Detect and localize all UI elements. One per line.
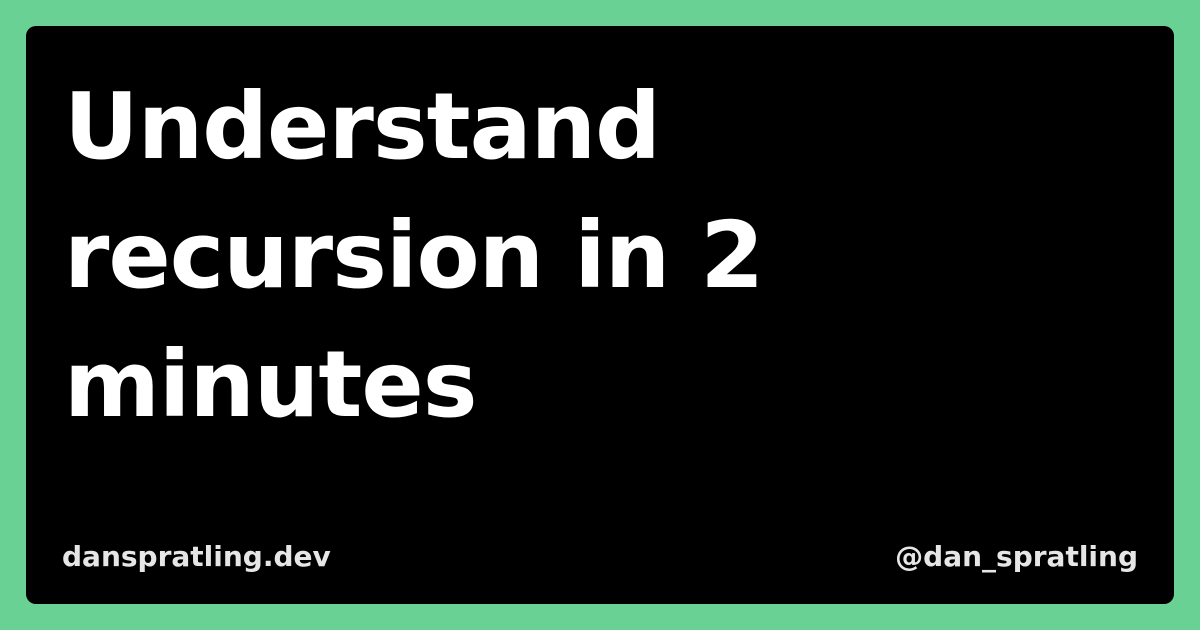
site-url: danspratling.dev bbox=[62, 540, 331, 573]
social-card: Understand recursion in 2 minutes danspr… bbox=[26, 26, 1174, 604]
card-title: Understand recursion in 2 minutes bbox=[64, 73, 764, 438]
card-footer: danspratling.dev @dan_spratling bbox=[62, 540, 1138, 574]
author-handle: @dan_spratling bbox=[895, 540, 1138, 573]
